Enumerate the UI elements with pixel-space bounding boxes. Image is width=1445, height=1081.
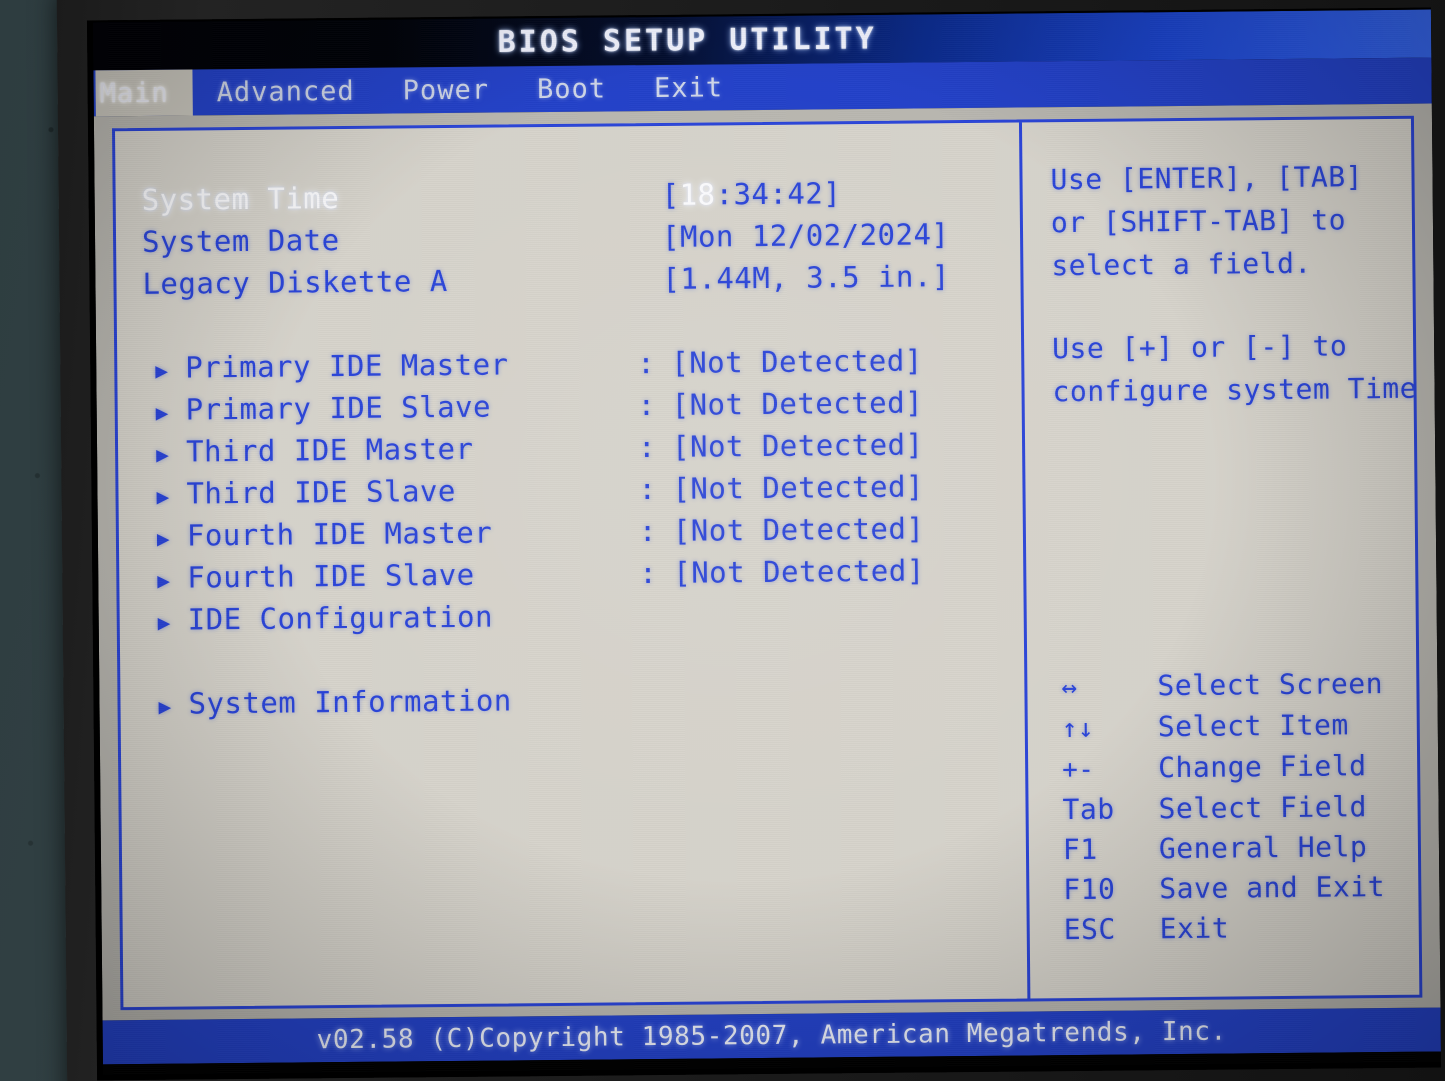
left-right-arrow-icon: ↔ <box>1061 672 1078 704</box>
fourth-ide-slave-label: Fourth IDE Slave <box>187 557 475 595</box>
triangle-right-icon: ▶ <box>156 526 171 551</box>
monitor-bezel: BIOS SETUP UTILITY Main Advanced Power B… <box>56 0 1445 1081</box>
key-legend-label-save-and-exit: Save and Exit <box>1159 870 1386 906</box>
help-text-line-4: Use [+] or [-] to <box>1051 329 1348 366</box>
ide-configuration-label: IDE Configuration <box>187 599 494 637</box>
key-legend-row-select-item: ↑↓ Select Item <box>1056 705 1423 750</box>
key-legend-label-change-field: Change Field <box>1158 749 1367 785</box>
help-text-line-1: Use [ENTER], [TAB] <box>1050 160 1364 197</box>
menu-item-system-information[interactable]: ▶ System Information <box>146 678 1024 728</box>
legacy-diskette-a-value[interactable]: [1.44M, 3.5 in.] <box>662 259 950 296</box>
help-text-line-5: configure system Time. <box>1052 371 1423 409</box>
tab-exit[interactable]: Exit <box>630 64 747 111</box>
key-legend-row-general-help: F1 General Help <box>1057 827 1423 871</box>
system-time-hour-field[interactable]: 18 <box>679 177 715 211</box>
system-time-value[interactable]: [18:34:42] <box>661 176 841 212</box>
key-legend-row-select-field: Tab Select Field <box>1056 787 1422 831</box>
settings-pane: System Time [18:34:42] System Date [Mon … <box>115 123 1027 1008</box>
system-date-bracket-open: [ <box>661 219 681 254</box>
help-text-line-2: or [SHIFT-TAB] to <box>1050 203 1347 240</box>
primary-ide-master-label: Primary IDE Master <box>185 347 509 385</box>
tab-exit-label: Exit <box>653 71 724 104</box>
key-legend-label-select-screen: Select Screen <box>1157 667 1384 703</box>
key-legend-row-save-and-exit: F10 Save and Exit <box>1057 867 1422 911</box>
third-ide-slave-colon: : <box>638 472 657 507</box>
primary-ide-master-colon: : <box>637 346 656 381</box>
fourth-ide-master-colon: : <box>638 514 658 549</box>
triangle-right-icon: ▶ <box>158 694 172 719</box>
key-legend-row-select-screen: ↔ Select Screen <box>1055 664 1422 709</box>
fourth-ide-slave-status: [Not Detected] <box>673 553 925 590</box>
key-legend-row-change-field: +- Change Field <box>1056 746 1422 791</box>
primary-ide-slave-label: Primary IDE Slave <box>185 389 492 427</box>
tab-advanced-label: Advanced <box>216 75 355 108</box>
primary-ide-slave-status: [Not Detected] <box>671 385 924 422</box>
key-legend-row-exit: ESC Exit <box>1058 907 1423 951</box>
f10-key-icon: F10 <box>1063 872 1116 907</box>
third-ide-slave-label: Third IDE Slave <box>186 473 457 511</box>
system-time-bracket-open: [ <box>661 177 680 212</box>
up-down-arrow-icon: ↑↓ <box>1061 713 1095 745</box>
fourth-ide-master-status: [Not Detected] <box>672 511 925 548</box>
third-ide-master-colon: : <box>637 430 657 465</box>
triangle-right-icon: ▶ <box>155 358 169 383</box>
system-date-label: System Date <box>141 223 340 259</box>
fourth-ide-slave-colon: : <box>639 556 658 591</box>
system-time-label: System Time <box>141 181 340 217</box>
plus-minus-icon: +- <box>1062 754 1095 786</box>
tab-key-icon: Tab <box>1062 792 1115 827</box>
key-legend: ↔ Select Screen ↑↓ Select Item +- Change <box>1055 664 1422 999</box>
tab-main[interactable]: Main <box>95 69 193 117</box>
system-date-rest: Mon 12/02/2024] <box>679 217 950 254</box>
primary-ide-master-status: [Not Detected] <box>671 343 923 380</box>
content-frame: System Time [18:34:42] System Date [Mon … <box>111 115 1423 1011</box>
monitor-screen: BIOS SETUP UTILITY Main Advanced Power B… <box>92 9 1442 1075</box>
triangle-right-icon: ▶ <box>155 400 169 425</box>
bios-setup-utility-screen: BIOS SETUP UTILITY Main Advanced Power B… <box>92 9 1442 1075</box>
legacy-diskette-bracket-open: [ <box>662 261 681 296</box>
help-text-gap <box>1052 284 1423 328</box>
page-title: BIOS SETUP UTILITY <box>497 21 877 61</box>
triangle-right-icon: ▶ <box>157 610 172 635</box>
triangle-right-icon: ▶ <box>156 484 170 509</box>
tab-main-label: Main <box>99 77 169 109</box>
system-information-label: System Information <box>188 683 512 721</box>
help-pane: Use [ENTER], [TAB] or [SHIFT-TAB] to sel… <box>1018 118 1423 999</box>
tab-power-label: Power <box>402 74 490 106</box>
system-time-rest: :34:42] <box>715 176 842 212</box>
tab-boot[interactable]: Boot <box>513 65 630 112</box>
help-text-line-3: select a field. <box>1051 246 1312 283</box>
key-legend-label-general-help: General Help <box>1158 830 1368 866</box>
body-area: System Time [18:34:42] System Date [Mon … <box>93 103 1441 1021</box>
tab-boot-label: Boot <box>536 72 607 105</box>
third-ide-slave-status: [Not Detected] <box>672 469 925 506</box>
photograph-of-monitor: BIOS SETUP UTILITY Main Advanced Power B… <box>0 0 1445 1081</box>
triangle-right-icon: ▶ <box>156 442 170 467</box>
key-legend-label-exit: Exit <box>1159 911 1230 946</box>
legacy-diskette-rest: 1.44M, 3.5 in.] <box>680 259 950 296</box>
third-ide-master-status: [Not Detected] <box>671 427 924 464</box>
f1-key-icon: F1 <box>1062 832 1098 867</box>
tab-advanced[interactable]: Advanced <box>192 68 378 116</box>
third-ide-master-label: Third IDE Master <box>185 431 474 469</box>
esc-key-icon: ESC <box>1063 912 1116 947</box>
key-legend-label-select-field: Select Field <box>1158 790 1368 826</box>
fourth-ide-master-label: Fourth IDE Master <box>186 515 493 553</box>
system-date-value[interactable]: [Mon 12/02/2024] <box>662 217 950 254</box>
copyright-text: v02.58 (C)Copyright 1985-2007, American … <box>316 1016 1227 1056</box>
tab-power[interactable]: Power <box>378 66 513 113</box>
key-legend-label-select-item: Select Item <box>1157 708 1349 744</box>
primary-ide-slave-colon: : <box>637 388 656 423</box>
triangle-right-icon: ▶ <box>157 568 171 593</box>
legacy-diskette-a-label: Legacy Diskette A <box>142 264 448 301</box>
